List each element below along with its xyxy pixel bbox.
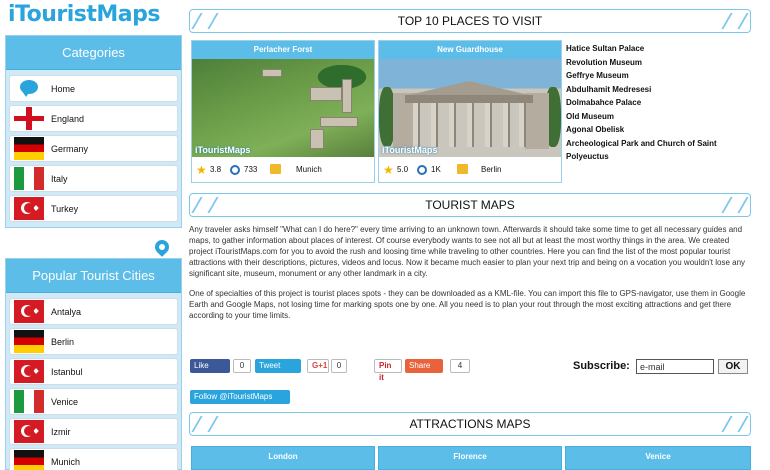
- eye-icon: [417, 165, 427, 175]
- share-count: 4: [450, 359, 470, 373]
- site-logo[interactable]: iTouristMaps: [8, 2, 161, 27]
- tourist-maps-title: TOURIST MAPS: [189, 193, 751, 217]
- sidebar-item-munich[interactable]: Munich: [9, 448, 178, 470]
- sidebar-item-label: Berlin: [51, 337, 75, 347]
- sidebar-item-germany[interactable]: Germany: [9, 135, 178, 162]
- sidebar-item-label: Turkey: [51, 204, 79, 214]
- sidebar-item-label: Istanbul: [51, 367, 83, 377]
- photo-watermark: iTouristMaps: [382, 145, 438, 155]
- place-card-new-guardhouse[interactable]: New Guardhouse iTouristMaps ★ 5.0 1K Ber…: [378, 40, 562, 183]
- list-item[interactable]: Abdulhamit Medresesi: [566, 83, 756, 97]
- eye-icon: [230, 165, 240, 175]
- place-photo[interactable]: iTouristMaps: [379, 59, 561, 157]
- tweet-button[interactable]: Tweet: [255, 359, 301, 373]
- speech-bubble-icon: [14, 77, 44, 100]
- turkey-flag-icon: [14, 360, 44, 383]
- list-item[interactable]: Archeological Park and Church of Saint P…: [566, 137, 756, 164]
- sidebar-item-antalya[interactable]: Antalya: [9, 298, 178, 325]
- place-card-meta: ★ 5.0 1K Berlin: [379, 157, 561, 182]
- sidebar-item-italy[interactable]: Italy: [9, 165, 178, 192]
- england-flag-icon: [14, 107, 44, 130]
- sidebar-item-istanbul[interactable]: Istanbul: [9, 358, 178, 385]
- popular-cities-title: Popular Tourist Cities: [6, 259, 181, 293]
- sidebar-item-label: Home: [51, 84, 76, 94]
- subscribe-label: Subscribe:: [573, 360, 630, 372]
- description-paragraph: Any traveler asks himself "What can I do…: [189, 225, 746, 278]
- attraction-card-venice[interactable]: Venice: [565, 446, 751, 470]
- sidebar-item-izmir[interactable]: Izmir: [9, 418, 178, 445]
- categories-title: Categories: [6, 36, 181, 70]
- facebook-like-button[interactable]: Like: [190, 359, 230, 373]
- place-card-perlacher-forst[interactable]: Perlacher Forst iTouristMaps ★ 3.8 733 M…: [191, 40, 375, 183]
- attraction-card-london[interactable]: London: [191, 446, 375, 470]
- place-views: 733: [244, 165, 258, 174]
- tourist-maps-description: Any traveler asks himself "What can I do…: [189, 224, 751, 330]
- email-field[interactable]: [636, 359, 714, 374]
- attractions-maps-title: ATTRACTIONS MAPS: [189, 412, 751, 436]
- star-icon: ★: [383, 163, 394, 177]
- twitter-follow-button[interactable]: Follow @iTouristMaps: [190, 390, 290, 404]
- sidebar-item-label: Germany: [51, 144, 89, 154]
- place-views: 1K: [431, 165, 441, 174]
- sidebar-item-venice[interactable]: Venice: [9, 388, 178, 415]
- sidebar-item-label: Italy: [51, 174, 68, 184]
- turkey-flag-icon: [14, 420, 44, 443]
- description-paragraph: One of specialties of this project is to…: [189, 289, 746, 320]
- place-photo[interactable]: iTouristMaps: [192, 59, 374, 157]
- place-rating: 3.8: [210, 165, 222, 174]
- germany-flag-icon: [14, 137, 44, 160]
- google-plus-button[interactable]: G+1: [307, 359, 329, 373]
- sidebar-item-label: Munich: [51, 457, 81, 467]
- sidebar-item-label: Antalya: [51, 307, 82, 317]
- sidebar-item-england[interactable]: England: [9, 105, 178, 132]
- popular-cities-panel: Popular Tourist Cities Antalya Berlin Is…: [5, 258, 182, 470]
- place-rating: 5.0: [397, 165, 409, 174]
- place-city[interactable]: Berlin: [481, 165, 501, 174]
- top-places-list: Hatice Sultan Palace Revolution Museum G…: [566, 42, 756, 164]
- italy-flag-icon: [14, 167, 44, 190]
- google-plus-count: 0: [331, 359, 347, 373]
- categories-panel: Categories Home England Germany Italy Tu…: [5, 35, 182, 228]
- sidebar-item-label: Venice: [51, 397, 79, 407]
- sidebar-item-label: England: [51, 114, 85, 124]
- photo-watermark: iTouristMaps: [195, 145, 251, 155]
- turkey-flag-icon: [14, 197, 44, 220]
- sidebar-item-berlin[interactable]: Berlin: [9, 328, 178, 355]
- list-item[interactable]: Revolution Museum: [566, 56, 756, 70]
- folder-icon: [270, 164, 281, 174]
- italy-flag-icon: [14, 390, 44, 413]
- germany-flag-icon: [14, 450, 44, 470]
- list-item[interactable]: Agonal Obelisk: [566, 123, 756, 137]
- place-card-meta: ★ 3.8 733 Munich: [192, 157, 374, 182]
- turkey-flag-icon: [14, 300, 44, 323]
- list-item[interactable]: Dolmabahce Palace: [566, 96, 756, 110]
- list-item[interactable]: Old Museum: [566, 110, 756, 124]
- attraction-card-florence[interactable]: Florence: [378, 446, 562, 470]
- share-button[interactable]: Share: [405, 359, 443, 373]
- sidebar-item-label: Izmir: [51, 427, 71, 437]
- folder-icon: [457, 164, 468, 174]
- list-item[interactable]: Hatice Sultan Palace: [566, 42, 756, 56]
- subscribe-ok-button[interactable]: OK: [718, 359, 748, 374]
- top10-title: TOP 10 PLACES TO VISIT: [189, 9, 751, 33]
- place-card-title[interactable]: New Guardhouse: [379, 41, 561, 59]
- star-icon: ★: [196, 163, 207, 177]
- place-city[interactable]: Munich: [296, 165, 322, 174]
- pinterest-button[interactable]: Pin it: [374, 359, 402, 382]
- facebook-like-count: 0: [233, 359, 251, 373]
- map-pin-icon: [152, 237, 172, 257]
- place-card-title[interactable]: Perlacher Forst: [192, 41, 374, 59]
- list-item[interactable]: Geffrye Museum: [566, 69, 756, 83]
- sidebar-item-turkey[interactable]: Turkey: [9, 195, 178, 222]
- germany-flag-icon: [14, 330, 44, 353]
- sidebar-item-home[interactable]: Home: [9, 75, 178, 102]
